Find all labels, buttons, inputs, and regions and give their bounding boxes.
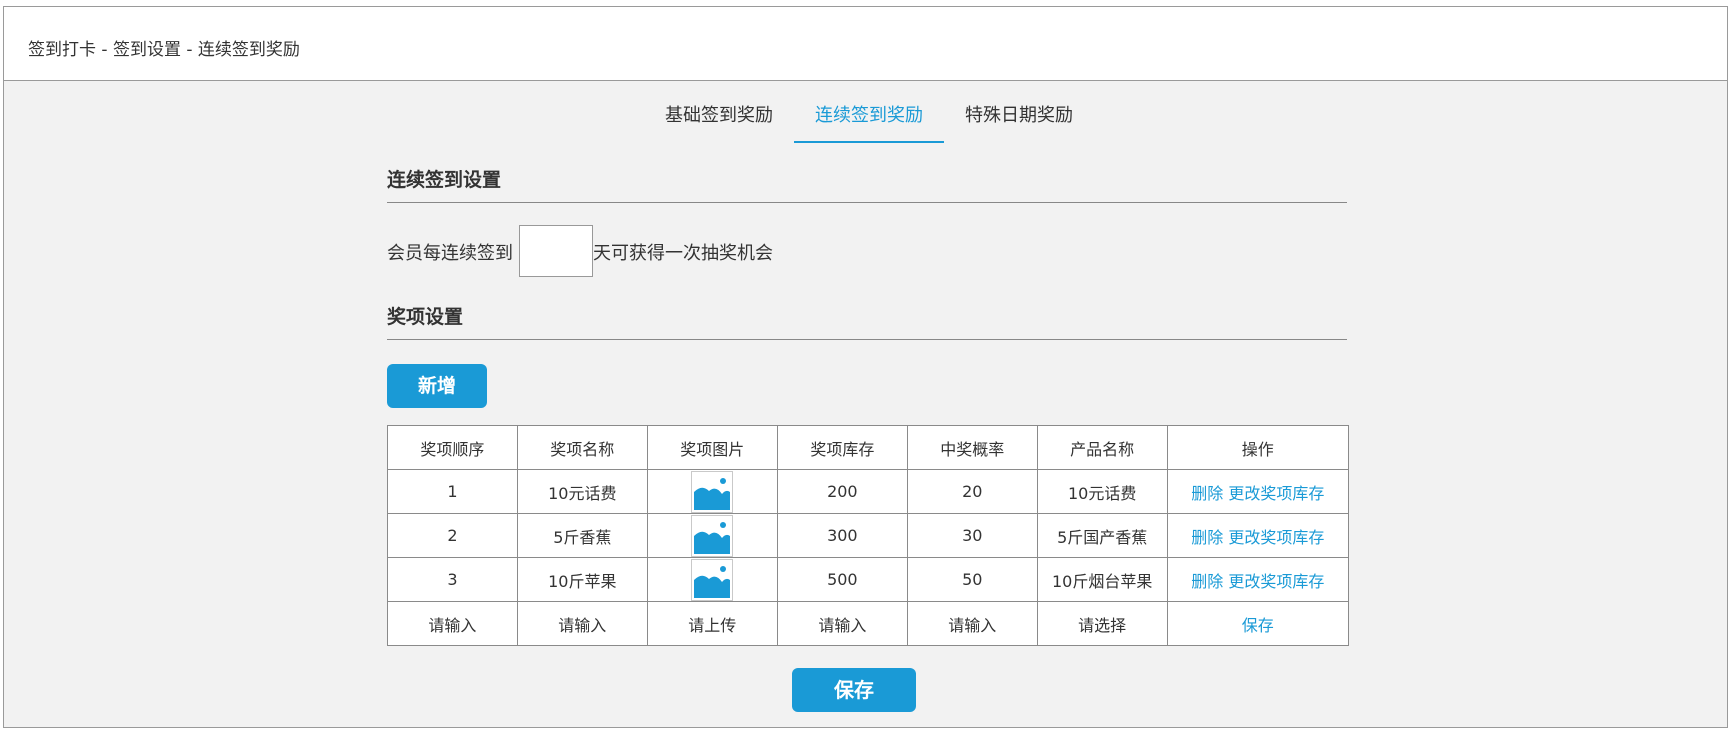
page-header: 签到打卡 - 签到设置 - 连续签到奖励 <box>4 7 1727 81</box>
prize-rate: 30 <box>906 513 1038 558</box>
prize-image-cell <box>646 513 778 558</box>
tab-special-date-reward[interactable]: 特殊日期奖励 <box>949 93 1089 143</box>
add-prize-button[interactable]: 新增 <box>387 364 487 408</box>
prize-order: 2 <box>387 513 518 558</box>
edit-stock-link[interactable]: 更改奖项库存 <box>1228 528 1324 547</box>
prize-name: 5斤香蕉 <box>516 513 648 558</box>
prize-product: 5斤国产香蕉 <box>1036 513 1168 558</box>
new-image-upload[interactable]: 请上传 <box>646 601 778 646</box>
delete-link[interactable]: 删除 <box>1191 484 1223 503</box>
column-header-order: 奖项顺序 <box>387 425 518 470</box>
page-frame: 签到打卡 - 签到设置 - 连续签到奖励 基础签到奖励 连续签到奖励 特殊日期奖… <box>3 6 1728 728</box>
prize-product: 10斤烟台苹果 <box>1036 557 1168 602</box>
new-rate-input[interactable]: 请输入 <box>906 601 1038 646</box>
new-row-save-link[interactable]: 保存 <box>1242 616 1274 635</box>
edit-stock-link[interactable]: 更改奖项库存 <box>1228 484 1324 503</box>
prize-rate: 20 <box>906 469 1038 514</box>
prize-actions: 删除 更改奖项库存 <box>1166 469 1350 514</box>
image-placeholder-icon[interactable] <box>691 470 734 513</box>
new-order-input[interactable]: 请输入 <box>387 601 518 646</box>
prize-rate: 50 <box>906 557 1038 602</box>
delete-link[interactable]: 删除 <box>1191 528 1223 547</box>
continuous-days-prefix: 会员每连续签到 <box>387 243 513 264</box>
prize-image-cell <box>646 557 778 602</box>
continuous-days-input[interactable] <box>519 225 593 277</box>
prize-actions: 删除 更改奖项库存 <box>1166 513 1350 558</box>
column-header-product: 产品名称 <box>1036 425 1168 470</box>
column-header-rate: 中奖概率 <box>906 425 1038 470</box>
column-header-name: 奖项名称 <box>516 425 648 470</box>
new-stock-input[interactable]: 请输入 <box>776 601 908 646</box>
delete-link[interactable]: 删除 <box>1191 572 1223 591</box>
new-prize-row: 请输入 请输入 请上传 请输入 请输入 请选择 保存 <box>387 601 1350 646</box>
table-header-row: 奖项顺序 奖项名称 奖项图片 奖项库存 中奖概率 产品名称 操作 <box>387 425 1350 470</box>
column-header-stock: 奖项库存 <box>776 425 908 470</box>
table-row: 1 10元话费 200 20 10元话费 删除 更改奖项库存 <box>387 469 1350 514</box>
prize-name: 10元话费 <box>516 469 648 514</box>
new-product-select[interactable]: 请选择 <box>1036 601 1168 646</box>
prize-stock: 200 <box>776 469 908 514</box>
tab-continuous-checkin-reward[interactable]: 连续签到奖励 <box>794 93 944 143</box>
prize-image-cell <box>646 469 778 514</box>
table-row: 2 5斤香蕉 300 30 5斤国产香蕉 删除 更改奖项库存 <box>387 513 1350 558</box>
new-row-actions: 保存 <box>1166 601 1350 646</box>
tab-bar: 基础签到奖励 连续签到奖励 特殊日期奖励 <box>4 93 1727 145</box>
continuous-settings-title: 连续签到设置 <box>387 165 1347 203</box>
new-name-input[interactable]: 请输入 <box>516 601 648 646</box>
image-placeholder-icon[interactable] <box>691 558 734 601</box>
prize-settings-title: 奖项设置 <box>387 302 1347 340</box>
column-header-actions: 操作 <box>1166 425 1350 470</box>
tab-basic-checkin-reward[interactable]: 基础签到奖励 <box>649 93 789 143</box>
column-header-image: 奖项图片 <box>646 425 778 470</box>
prize-table: 奖项顺序 奖项名称 奖项图片 奖项库存 中奖概率 产品名称 操作 1 10元话费… <box>387 425 1350 646</box>
prize-actions: 删除 更改奖项库存 <box>1166 557 1350 602</box>
prize-product: 10元话费 <box>1036 469 1168 514</box>
prize-order: 1 <box>387 469 518 514</box>
prize-stock: 300 <box>776 513 908 558</box>
image-placeholder-icon[interactable] <box>691 514 734 557</box>
save-button[interactable]: 保存 <box>792 668 916 712</box>
continuous-days-suffix: 天可获得一次抽奖机会 <box>593 243 773 264</box>
edit-stock-link[interactable]: 更改奖项库存 <box>1228 572 1324 591</box>
table-row: 3 10斤苹果 500 50 10斤烟台苹果 删除 更改奖项库存 <box>387 557 1350 602</box>
prize-order: 3 <box>387 557 518 602</box>
prize-stock: 500 <box>776 557 908 602</box>
breadcrumb: 签到打卡 - 签到设置 - 连续签到奖励 <box>28 40 300 60</box>
prize-name: 10斤苹果 <box>516 557 648 602</box>
